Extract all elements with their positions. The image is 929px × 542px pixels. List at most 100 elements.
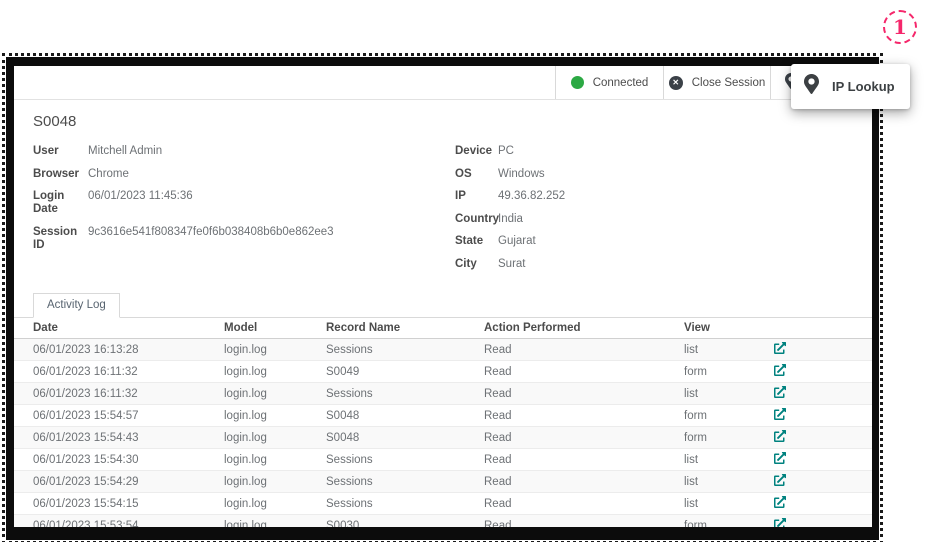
table-row[interactable]: 06/01/2023 15:54:43 login.log S0048 Read… bbox=[14, 426, 872, 449]
field-value: PC bbox=[498, 145, 514, 157]
field-label: User bbox=[33, 145, 59, 157]
field-city: City Surat bbox=[455, 258, 853, 271]
table-row[interactable]: 06/01/2023 16:11:32 login.log S0049 Read… bbox=[14, 361, 872, 383]
connected-status-icon bbox=[570, 76, 584, 89]
cell-view: form bbox=[684, 365, 707, 378]
external-link-icon[interactable] bbox=[774, 386, 786, 398]
cell-date: 06/01/2023 15:54:43 bbox=[33, 431, 139, 444]
tab-bar: Activity Log bbox=[14, 293, 872, 318]
field-label: State bbox=[455, 235, 484, 247]
column-header-view[interactable]: View bbox=[684, 318, 774, 339]
table-row[interactable]: 06/01/2023 16:11:32 login.log Sessions R… bbox=[14, 382, 872, 405]
cell-date: 06/01/2023 15:54:30 bbox=[33, 453, 139, 466]
connected-status-button[interactable]: Connected bbox=[555, 66, 663, 99]
field-browser: Browser Chrome bbox=[33, 168, 455, 181]
close-session-icon: ✕ bbox=[668, 75, 683, 90]
record-sheet: S0048 User Mitchell Admin Browser Chrome… bbox=[14, 100, 872, 280]
cell-date: 06/01/2023 16:11:32 bbox=[33, 365, 138, 378]
field-label: Login Date bbox=[33, 190, 65, 215]
cell-record-name: S0048 bbox=[326, 409, 360, 422]
field-device: Device PC bbox=[455, 145, 853, 158]
cell-view: list bbox=[684, 497, 699, 510]
field-value: Windows bbox=[498, 167, 545, 180]
external-link-icon[interactable] bbox=[774, 496, 786, 508]
column-header-date[interactable]: Date bbox=[14, 318, 224, 339]
external-link-icon[interactable] bbox=[774, 474, 786, 486]
field-label: OS bbox=[455, 167, 472, 180]
external-link-icon[interactable] bbox=[774, 408, 786, 420]
cell-date: 06/01/2023 15:54:15 bbox=[33, 497, 139, 510]
field-label: Device bbox=[455, 145, 493, 157]
cell-action: Read bbox=[484, 497, 512, 510]
field-groups: User Mitchell Admin Browser Chrome Login… bbox=[33, 145, 853, 280]
cell-action: Read bbox=[484, 475, 512, 488]
notebook: Activity Log Date Model Record Name Acti… bbox=[14, 293, 872, 527]
field-os: OS Windows bbox=[455, 168, 853, 181]
connected-status-label: Connected bbox=[592, 76, 649, 89]
cell-record-name: Sessions bbox=[326, 453, 373, 466]
cell-record-name: S0030 bbox=[326, 519, 360, 528]
field-value: Gujarat bbox=[498, 235, 536, 247]
annotation-step-badge: 1 bbox=[883, 10, 917, 44]
external-link-icon[interactable] bbox=[774, 518, 786, 527]
cell-record-name: S0048 bbox=[326, 431, 360, 444]
ip-lookup-popup[interactable]: IP Lookup bbox=[791, 64, 910, 109]
cell-view: form bbox=[684, 431, 707, 444]
cell-action: Read bbox=[484, 343, 512, 356]
cell-model: login.log bbox=[224, 519, 267, 528]
map-marker-icon bbox=[804, 74, 819, 99]
cell-model: login.log bbox=[224, 343, 267, 356]
table-row[interactable]: 06/01/2023 15:54:29 login.log Sessions R… bbox=[14, 470, 872, 493]
tab-activity-log[interactable]: Activity Log bbox=[33, 293, 120, 318]
column-header-action-performed[interactable]: Action Performed bbox=[484, 318, 684, 339]
field-ip: IP 49.36.82.252 bbox=[455, 190, 853, 203]
cell-action: Read bbox=[484, 519, 512, 528]
cell-action: Read bbox=[484, 365, 512, 378]
close-session-label: Close Session bbox=[691, 76, 766, 89]
page-title: S0048 bbox=[33, 113, 77, 130]
field-value: 9c3616e541f808347fe0f6b038408b6b0e862ee3 bbox=[88, 225, 334, 238]
cell-view: form bbox=[684, 519, 707, 528]
external-link-icon[interactable] bbox=[774, 364, 786, 376]
cell-record-name: Sessions bbox=[326, 497, 373, 510]
column-header-model[interactable]: Model bbox=[224, 318, 326, 339]
statusbar: Connected ✕ Close Session IP Lookup bbox=[14, 66, 872, 100]
cell-date: 06/01/2023 15:53:54 bbox=[33, 519, 139, 528]
cell-view: list bbox=[684, 475, 699, 488]
table-row[interactable]: 06/01/2023 15:54:30 login.log Sessions R… bbox=[14, 449, 872, 471]
cell-view: form bbox=[684, 409, 707, 422]
field-user: User Mitchell Admin bbox=[33, 145, 455, 158]
external-link-icon[interactable] bbox=[774, 430, 786, 442]
table-row[interactable]: 06/01/2023 16:13:28 login.log Sessions R… bbox=[14, 338, 872, 361]
cell-action: Read bbox=[484, 387, 512, 400]
ip-lookup-popup-label: IP Lookup bbox=[832, 79, 895, 94]
table-row[interactable]: 06/01/2023 15:54:15 login.log Sessions R… bbox=[14, 493, 872, 515]
column-header-record-name[interactable]: Record Name bbox=[326, 318, 484, 339]
column-header-actions bbox=[774, 318, 872, 339]
cell-date: 06/01/2023 15:54:57 bbox=[33, 409, 139, 422]
field-group-right: Device PC OS Windows IP 49.36.82.252 Cou… bbox=[455, 145, 853, 280]
table-row[interactable]: 06/01/2023 15:53:54 login.log S0030 Read… bbox=[14, 514, 872, 528]
field-value: Surat bbox=[498, 257, 526, 270]
field-value: India bbox=[498, 212, 523, 225]
close-session-button[interactable]: ✕ Close Session bbox=[663, 66, 770, 99]
table-row[interactable]: 06/01/2023 15:54:57 login.log S0048 Read… bbox=[14, 405, 872, 427]
activity-log-table: Date Model Record Name Action Performed … bbox=[14, 318, 872, 527]
external-link-icon[interactable] bbox=[774, 452, 786, 464]
cell-view: list bbox=[684, 453, 699, 466]
cell-model: login.log bbox=[224, 409, 267, 422]
field-state: State Gujarat bbox=[455, 235, 853, 248]
external-link-icon[interactable] bbox=[774, 342, 786, 354]
cell-action: Read bbox=[484, 409, 512, 422]
table-header-row: Date Model Record Name Action Performed … bbox=[14, 318, 872, 339]
cell-record-name: Sessions bbox=[326, 387, 373, 400]
field-country: Country India bbox=[455, 213, 853, 226]
field-label: IP bbox=[455, 190, 466, 202]
cell-model: login.log bbox=[224, 453, 267, 466]
cell-record-name: Sessions bbox=[326, 343, 373, 356]
field-session-id: Session ID 9c3616e541f808347fe0f6b038408… bbox=[33, 226, 455, 252]
cell-record-name: Sessions bbox=[326, 475, 373, 488]
field-value: 06/01/2023 11:45:36 bbox=[88, 190, 193, 202]
cell-action: Read bbox=[484, 431, 512, 444]
cell-model: login.log bbox=[224, 387, 267, 400]
